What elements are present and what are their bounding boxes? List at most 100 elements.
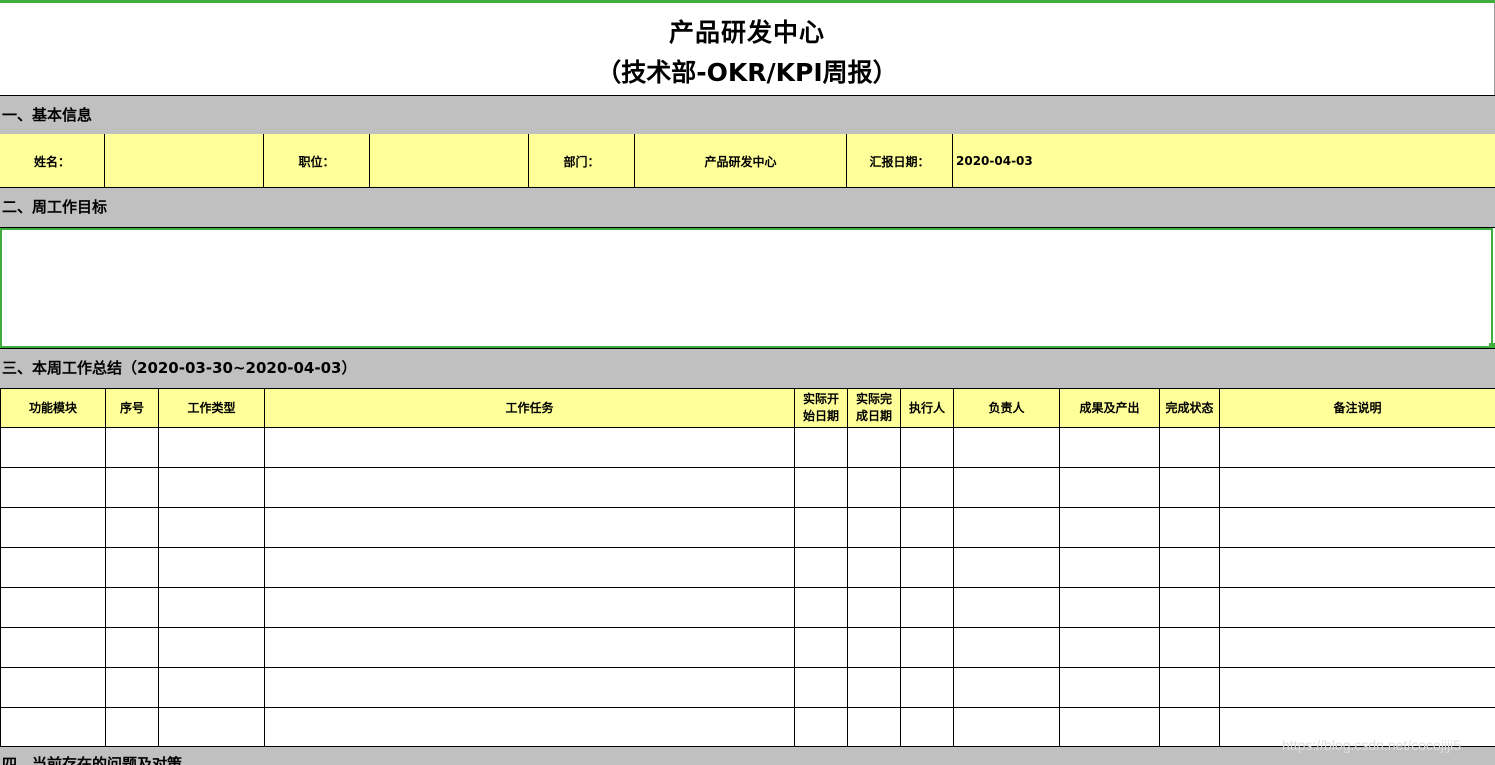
table-cell[interactable] [794, 587, 848, 628]
table-cell[interactable] [264, 507, 795, 548]
header-actual-start[interactable]: 实际开始日期 [794, 388, 848, 428]
table-cell[interactable] [105, 707, 159, 748]
weekly-goal-input-cell[interactable] [0, 228, 1493, 348]
table-cell[interactable] [1219, 507, 1495, 548]
table-cell[interactable] [158, 467, 265, 508]
table-cell[interactable] [105, 427, 159, 468]
header-remarks[interactable]: 备注说明 [1219, 388, 1495, 428]
table-cell[interactable] [794, 547, 848, 588]
table-cell[interactable] [953, 707, 1060, 748]
table-cell[interactable] [1159, 427, 1220, 468]
table-cell[interactable] [105, 587, 159, 628]
table-cell[interactable] [158, 667, 265, 708]
table-cell[interactable] [847, 667, 901, 708]
name-label-cell[interactable]: 姓名： [0, 134, 105, 188]
table-cell[interactable] [0, 467, 106, 508]
table-cell[interactable] [105, 507, 159, 548]
table-cell[interactable] [953, 427, 1060, 468]
table-cell[interactable] [1059, 587, 1160, 628]
table-cell[interactable] [105, 467, 159, 508]
table-cell[interactable] [1059, 667, 1160, 708]
table-cell[interactable] [1159, 587, 1220, 628]
report-date-label-cell[interactable]: 汇报日期： [847, 134, 953, 188]
table-cell[interactable] [1159, 507, 1220, 548]
table-cell[interactable] [158, 707, 265, 748]
table-cell[interactable] [953, 627, 1060, 668]
name-value-cell[interactable] [105, 134, 264, 188]
table-cell[interactable] [794, 467, 848, 508]
section-weekly-goal[interactable]: 二、周工作目标 [0, 188, 1495, 228]
table-cell[interactable] [0, 587, 106, 628]
table-cell[interactable] [264, 427, 795, 468]
table-cell[interactable] [794, 627, 848, 668]
table-cell[interactable] [264, 667, 795, 708]
table-cell[interactable] [1219, 587, 1495, 628]
section-basic-info[interactable]: 一、基本信息 [0, 95, 1495, 135]
table-cell[interactable] [0, 547, 106, 588]
header-executor[interactable]: 执行人 [900, 388, 954, 428]
table-cell[interactable] [158, 427, 265, 468]
table-cell[interactable] [900, 467, 954, 508]
table-cell[interactable] [953, 507, 1060, 548]
table-cell[interactable] [1059, 467, 1160, 508]
table-cell[interactable] [794, 507, 848, 548]
header-status[interactable]: 完成状态 [1159, 388, 1220, 428]
table-cell[interactable] [264, 467, 795, 508]
table-cell[interactable] [900, 707, 954, 748]
table-cell[interactable] [1159, 627, 1220, 668]
table-cell[interactable] [264, 627, 795, 668]
table-cell[interactable] [794, 707, 848, 748]
position-value-cell[interactable] [370, 134, 529, 188]
table-cell[interactable] [1059, 507, 1160, 548]
table-cell[interactable] [105, 547, 159, 588]
table-cell[interactable] [105, 627, 159, 668]
table-cell[interactable] [158, 507, 265, 548]
header-actual-finish[interactable]: 实际完成日期 [847, 388, 901, 428]
table-cell[interactable] [900, 547, 954, 588]
table-cell[interactable] [900, 587, 954, 628]
table-cell[interactable] [847, 627, 901, 668]
table-cell[interactable] [900, 627, 954, 668]
table-cell[interactable] [847, 547, 901, 588]
table-cell[interactable] [953, 667, 1060, 708]
table-cell[interactable] [158, 587, 265, 628]
table-cell[interactable] [105, 667, 159, 708]
table-cell[interactable] [1219, 467, 1495, 508]
department-label-cell[interactable]: 部门： [529, 134, 635, 188]
table-cell[interactable] [1159, 707, 1220, 748]
section-issues[interactable]: 四、当前存在的问题及对策 [0, 746, 1495, 765]
section-weekly-summary[interactable]: 三、本周工作总结（2020-03-30~2020-04-03） [0, 348, 1495, 389]
table-cell[interactable] [1219, 627, 1495, 668]
report-title-cell[interactable]: 产品研发中心 （技术部-OKR/KPI周报） [0, 3, 1495, 95]
table-cell[interactable] [1059, 547, 1160, 588]
department-value-cell[interactable]: 产品研发中心 [635, 134, 847, 188]
table-cell[interactable] [1159, 467, 1220, 508]
table-cell[interactable] [1059, 707, 1160, 748]
header-module[interactable]: 功能模块 [0, 388, 106, 428]
table-cell[interactable] [1219, 547, 1495, 588]
table-cell[interactable] [158, 627, 265, 668]
table-cell[interactable] [847, 707, 901, 748]
table-cell[interactable] [900, 507, 954, 548]
table-cell[interactable] [794, 427, 848, 468]
report-date-value-cell[interactable]: 2020-04-03 [953, 134, 1495, 188]
header-index[interactable]: 序号 [105, 388, 159, 428]
table-cell[interactable] [847, 467, 901, 508]
table-cell[interactable] [953, 587, 1060, 628]
table-cell[interactable] [158, 547, 265, 588]
table-cell[interactable] [1219, 427, 1495, 468]
table-cell[interactable] [794, 667, 848, 708]
table-cell[interactable] [264, 587, 795, 628]
table-cell[interactable] [1059, 627, 1160, 668]
table-cell[interactable] [953, 467, 1060, 508]
table-cell[interactable] [0, 667, 106, 708]
table-cell[interactable] [1219, 667, 1495, 708]
header-work-type[interactable]: 工作类型 [158, 388, 265, 428]
table-cell[interactable] [847, 587, 901, 628]
table-cell[interactable] [1159, 547, 1220, 588]
table-cell[interactable] [900, 667, 954, 708]
table-cell[interactable] [1159, 667, 1220, 708]
header-task[interactable]: 工作任务 [264, 388, 795, 428]
header-output[interactable]: 成果及产出 [1059, 388, 1160, 428]
table-cell[interactable] [1059, 427, 1160, 468]
